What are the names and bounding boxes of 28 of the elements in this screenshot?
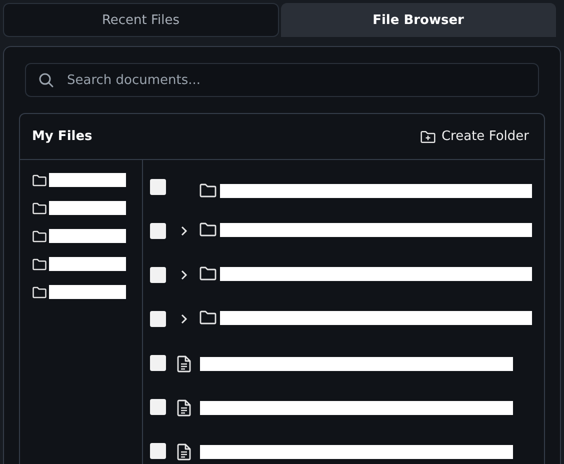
- tab[interactable]: Recent Files: [3, 3, 278, 37]
- checkbox[interactable]: [150, 355, 166, 371]
- folder-icon: [199, 310, 217, 325]
- document-icon: [176, 443, 192, 461]
- create-folder-button[interactable]: Create Folder: [420, 127, 529, 146]
- folder-icon: [32, 230, 47, 242]
- folder-icon: [32, 258, 47, 270]
- document-icon: [176, 355, 192, 373]
- checkbox[interactable]: [150, 267, 166, 283]
- document-icon: [176, 399, 192, 417]
- checkbox[interactable]: [150, 399, 166, 415]
- folder-icon: [32, 286, 47, 298]
- search-field[interactable]: Search documents...: [25, 63, 539, 97]
- search-icon: [38, 72, 54, 88]
- folder-icon: [32, 202, 47, 214]
- folder-icon: [199, 266, 217, 281]
- chevron-icon[interactable]: [180, 313, 188, 325]
- chevron-icon[interactable]: [180, 225, 188, 237]
- checkbox[interactable]: [150, 443, 166, 459]
- tab[interactable]: File Browser: [280, 3, 556, 37]
- chevron-icon[interactable]: [180, 269, 188, 281]
- checkbox[interactable]: [150, 223, 166, 239]
- folder-icon: [199, 222, 217, 237]
- folder-plus-icon: [420, 130, 436, 144]
- checkbox[interactable]: [150, 311, 166, 327]
- card-title: My Files: [32, 129, 92, 144]
- folder-icon: [32, 174, 47, 186]
- checkbox[interactable]: [150, 179, 166, 195]
